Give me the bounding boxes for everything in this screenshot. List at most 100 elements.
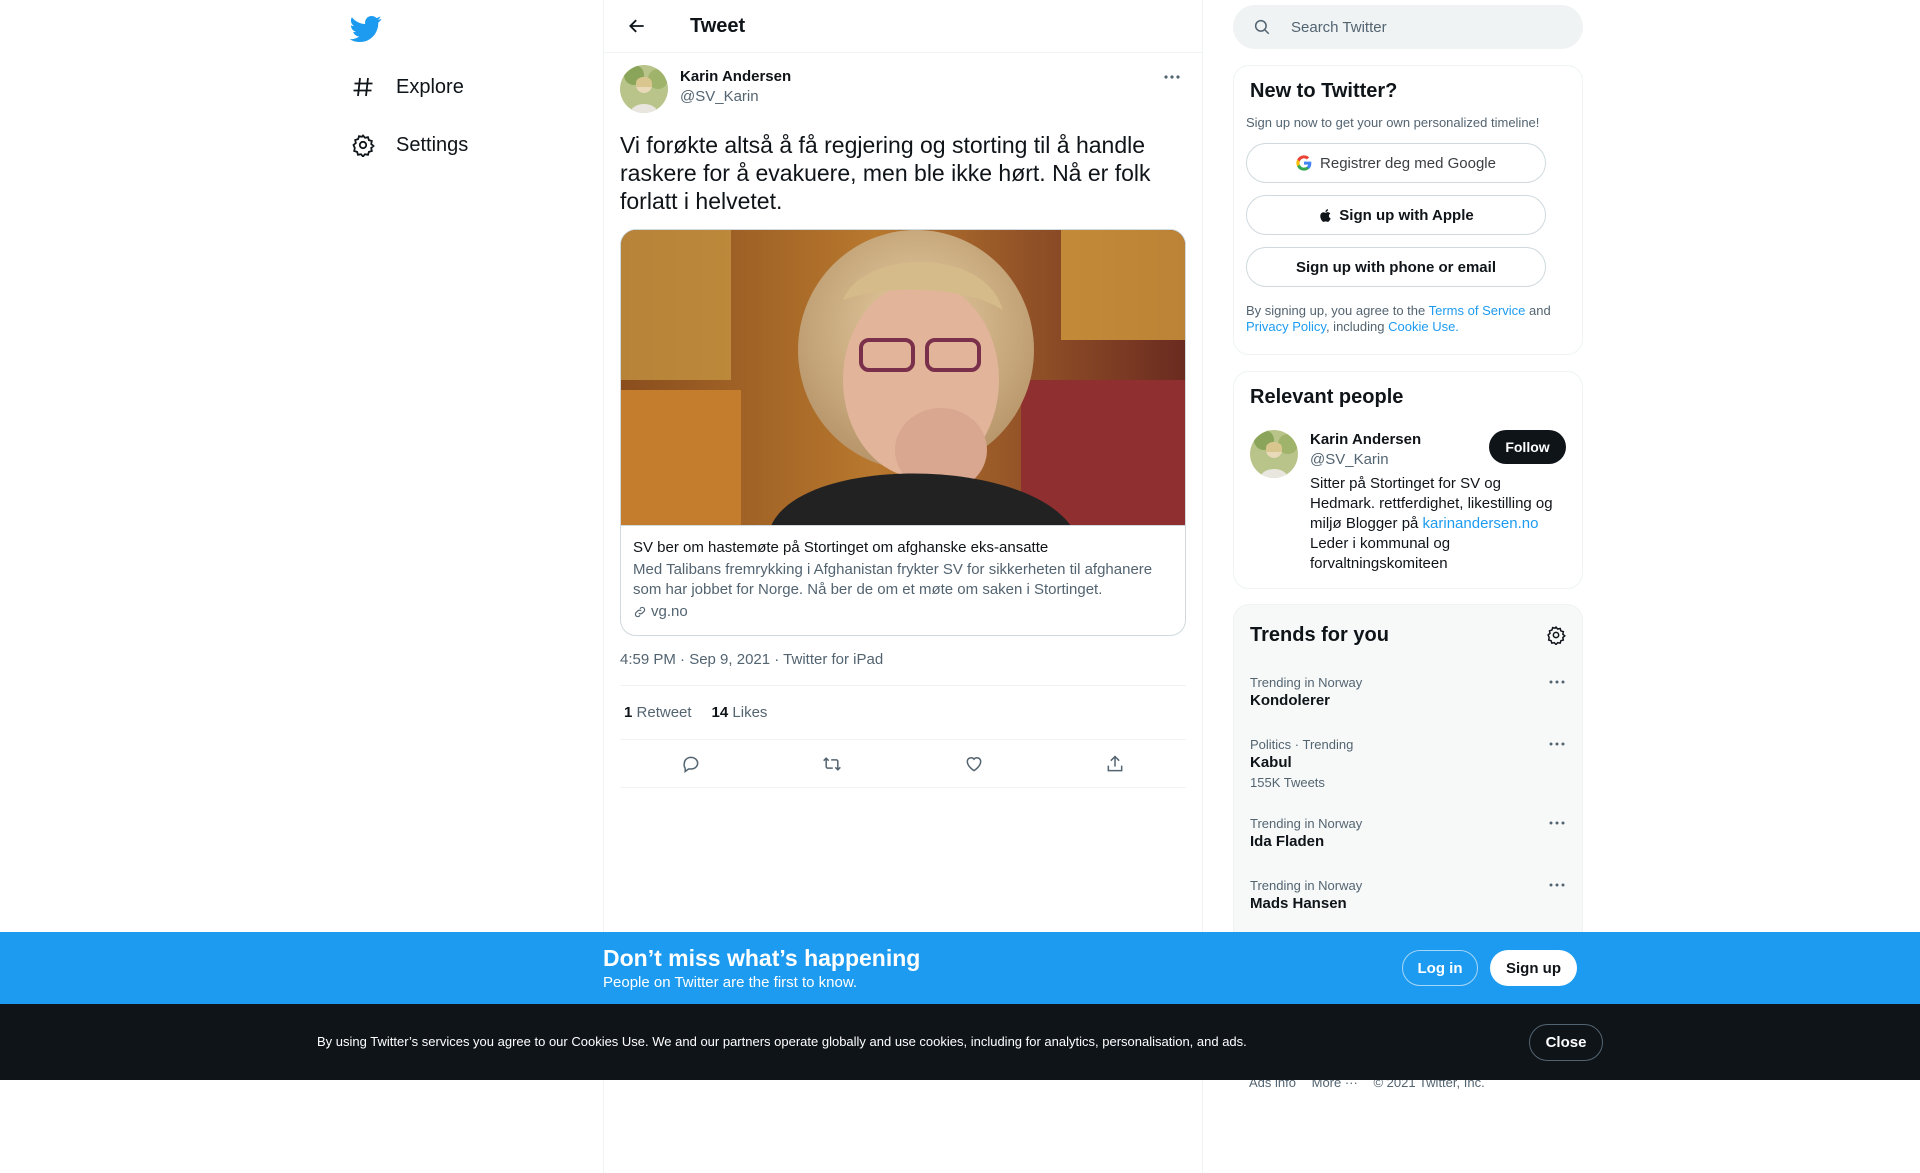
new-to-twitter-subtitle: Sign up now to get your own personalized…	[1246, 115, 1540, 130]
follow-button[interactable]: Follow	[1489, 430, 1566, 464]
apple-icon	[1320, 208, 1331, 222]
main-header: Tweet	[604, 0, 1202, 53]
nav-settings-label: Settings	[396, 133, 469, 156]
nav-settings[interactable]: Settings	[350, 125, 468, 165]
trend-meta: Politics · Trending	[1250, 737, 1354, 752]
reply-button[interactable]	[674, 747, 708, 781]
tweet-actions	[620, 740, 1186, 788]
card-description: Med Talibans fremrykking i Afghanistan f…	[633, 561, 1153, 598]
cookie-close-button[interactable]: Close	[1529, 1024, 1603, 1061]
google-signup-button[interactable]: Registrer deg med Google	[1246, 143, 1546, 183]
more-icon	[1164, 75, 1180, 79]
nav-explore[interactable]: Explore	[350, 67, 464, 107]
arrow-left-icon	[629, 19, 644, 33]
tweet-timestamp[interactable]: 4:59 PM · Sep 9, 2021 · Twitter for iPad	[620, 651, 1186, 686]
phone-email-signup-button[interactable]: Sign up with phone or email	[1246, 247, 1546, 287]
relevant-people-title: Relevant people	[1250, 386, 1404, 408]
bio-link[interactable]: karinandersen.no	[1423, 515, 1539, 532]
trend-more-icon[interactable]	[1548, 679, 1566, 685]
trend-item[interactable]: Trending in Norway Mads Hansen	[1250, 878, 1566, 914]
trend-meta: Trending in Norway	[1250, 675, 1363, 690]
trend-more-icon[interactable]	[1548, 820, 1566, 826]
terms-text-including: , including	[1325, 319, 1389, 334]
trend-meta: Trending in Norway	[1250, 816, 1363, 831]
card-domain-text: vg.no	[651, 603, 688, 620]
author-handle[interactable]: @SV_Karin	[680, 87, 791, 107]
trend-item[interactable]: Politics · Trending Kabul 155K Tweets	[1250, 737, 1566, 793]
signup-button[interactable]: Sign up	[1490, 950, 1577, 986]
trend-more-icon[interactable]	[1548, 741, 1566, 747]
tweet-author-row: Karin Andersen @SV_Karin	[620, 65, 1186, 115]
login-button[interactable]: Log in	[1402, 950, 1478, 986]
more-options-button[interactable]	[1158, 67, 1186, 87]
trend-name: Kabul	[1250, 754, 1292, 771]
retweet-count[interactable]: 1 Retweet	[624, 704, 692, 721]
card-domain: vg.no	[633, 602, 1173, 622]
trends-title: Trends for you	[1250, 623, 1389, 646]
trend-item[interactable]: Trending in Norway Ida Fladen	[1250, 816, 1566, 852]
relevant-people-panel: Relevant people Karin Andersen @SV_Karin…	[1233, 371, 1583, 589]
link-icon	[634, 606, 646, 618]
trend-item[interactable]: Trending in Norway Kondolerer	[1250, 675, 1566, 711]
link-card[interactable]: SV ber om hastemøte på Stortinget om afg…	[620, 229, 1186, 636]
signup-terms: By signing up, you agree to the Terms of…	[1246, 303, 1570, 335]
relevant-person-bio: Sitter på Stortinget for SV og Hedmark. …	[1310, 474, 1570, 574]
card-image	[621, 230, 1185, 526]
nav-explore-label: Explore	[396, 75, 464, 98]
share-button[interactable]	[1098, 747, 1132, 781]
phone-email-signup-label: Sign up with phone or email	[1295, 258, 1496, 276]
search-icon	[1254, 19, 1270, 35]
retweet-count-label: Retweet	[636, 704, 692, 721]
share-icon	[1107, 754, 1123, 771]
signup-banner-subtitle: People on Twitter are the first to know.	[603, 974, 858, 991]
terms-text-pre: By signing up, you agree to the	[1246, 303, 1429, 318]
cookie-use-link[interactable]: Cookie Use.	[1388, 319, 1459, 334]
tweet: Karin Andersen @SV_Karin Vi forøkte alts…	[604, 53, 1202, 788]
relevant-person[interactable]: Karin Andersen @SV_Karin Sitter på Stort…	[1250, 430, 1566, 574]
privacy-policy-link[interactable]: Privacy Policy	[1246, 319, 1326, 334]
avatar[interactable]	[620, 65, 668, 113]
search-input[interactable]	[1291, 18, 1551, 36]
hashtag-icon	[350, 74, 376, 100]
relevant-person-avatar[interactable]	[1250, 430, 1298, 478]
trend-name: Kondolerer	[1250, 692, 1331, 709]
back-button[interactable]	[620, 9, 654, 43]
retweet-icon	[823, 756, 842, 771]
page-title: Tweet	[690, 14, 746, 37]
trend-name: Mads Hansen	[1250, 895, 1347, 912]
search-box[interactable]	[1233, 5, 1583, 49]
trend-meta: Trending in Norway	[1250, 878, 1363, 893]
new-to-twitter-panel: New to Twitter? Sign up now to get your …	[1233, 65, 1583, 355]
tweet-stats: 1 Retweet 14 Likes	[620, 686, 1186, 740]
like-count-value: 14	[711, 704, 729, 721]
trends-settings-gear-icon[interactable]	[1546, 625, 1566, 645]
twitter-bird-icon[interactable]	[349, 12, 382, 44]
like-count[interactable]: 14 Likes	[712, 704, 768, 721]
apple-signup-button[interactable]: Sign up with Apple	[1246, 195, 1546, 235]
like-count-label: Likes	[732, 704, 768, 721]
trend-name: Ida Fladen	[1250, 833, 1325, 850]
trend-count: 155K Tweets	[1250, 775, 1325, 790]
new-to-twitter-title: New to Twitter?	[1250, 80, 1398, 102]
cookie-notice-text: By using Twitter’s services you agree to…	[317, 1034, 1247, 1049]
google-icon	[1296, 155, 1312, 171]
terms-of-service-link[interactable]: Terms of Service	[1429, 303, 1526, 318]
author-name[interactable]: Karin Andersen	[680, 67, 791, 87]
gear-icon	[350, 132, 376, 158]
google-signup-label: Registrer deg med Google	[1320, 154, 1496, 172]
signup-banner: Don’t miss what’s happening People on Tw…	[0, 932, 1920, 1004]
apple-signup-label: Sign up with Apple	[1339, 206, 1474, 224]
trend-more-icon[interactable]	[1548, 882, 1566, 888]
bio-text-2: Leder i kommunal og forvaltningskomiteen	[1310, 535, 1451, 572]
reply-icon	[683, 756, 699, 773]
like-button[interactable]	[957, 747, 991, 781]
tweet-text: Vi forøkte altså å få regjering og stort…	[620, 132, 1151, 214]
cookie-banner: By using Twitter’s services you agree to…	[0, 1004, 1920, 1080]
card-title: SV ber om hastemøte på Stortinget om afg…	[633, 539, 1049, 556]
retweet-count-value: 1	[624, 704, 633, 721]
terms-text-and: and	[1525, 303, 1551, 318]
signup-banner-title: Don’t miss what’s happening	[603, 945, 921, 971]
retweet-button[interactable]	[815, 747, 849, 781]
trends-panel: Trends for you Trending in Norway Kondol…	[1233, 604, 1583, 954]
heart-icon	[966, 756, 982, 772]
